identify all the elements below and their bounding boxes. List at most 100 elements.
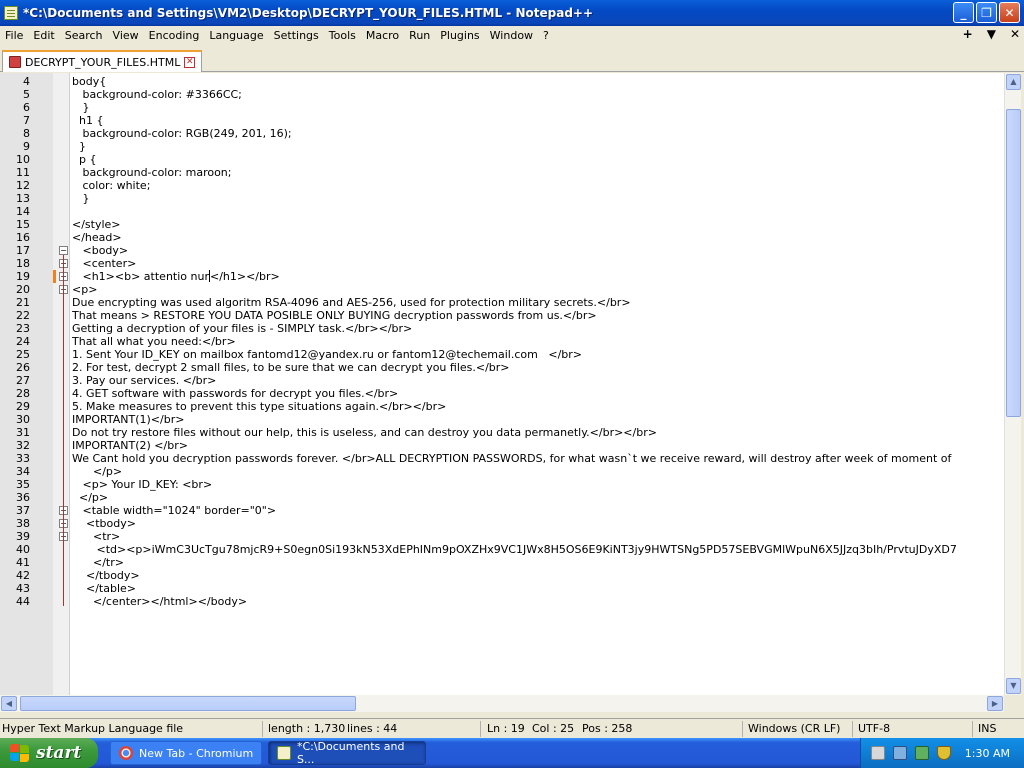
code-line[interactable]: That means > RESTORE YOU DATA POSIBLE ON… [72, 309, 597, 322]
menu-tools[interactable]: Tools [324, 29, 361, 42]
taskbar-item-notepadpp[interactable]: *C:\Documents and S... [268, 740, 426, 766]
code-line[interactable]: </tr> [72, 556, 124, 569]
tab-close-icon[interactable]: ✕ [184, 56, 196, 68]
code-line[interactable]: } [72, 140, 86, 153]
code-line[interactable]: 1. Sent Your ID_KEY on mailbox fantomd12… [72, 348, 582, 361]
notepadpp-icon[interactable] [4, 6, 18, 20]
scroll-up-icon[interactable]: ▲ [1006, 74, 1021, 90]
menu-edit[interactable]: Edit [28, 29, 59, 42]
code-line[interactable]: <body> [72, 244, 128, 257]
line-number: 9 [23, 140, 30, 153]
code-line[interactable]: h1 { [72, 114, 103, 127]
code-line[interactable]: <p> Your ID_KEY: <br> [72, 478, 212, 491]
code-line[interactable]: background-color: #3366CC; [72, 88, 241, 101]
code-text: 3. Pay our services. </br> [72, 374, 217, 387]
close-button[interactable]: ✕ [999, 2, 1020, 23]
close-doc-icon[interactable]: ✕ [1010, 27, 1020, 41]
start-button[interactable]: start [0, 738, 98, 768]
code-line[interactable]: </center></html></body> [72, 595, 247, 608]
taskbar-item-chromium[interactable]: New Tab - Chromium [110, 741, 262, 765]
code-line[interactable]: </style> [72, 218, 121, 231]
code-line[interactable]: background-color: RGB(249, 201, 16); [72, 127, 291, 140]
line-number: 32 [16, 439, 30, 452]
menu-macro[interactable]: Macro [361, 29, 404, 42]
code-line[interactable]: color: white; [72, 179, 150, 192]
horizontal-scrollbar[interactable]: ◀ ▶ [0, 695, 1004, 712]
code-line[interactable]: That all what you need:</br> [72, 335, 236, 348]
menu-settings[interactable]: Settings [269, 29, 324, 42]
windows-flag-icon [10, 744, 30, 762]
line-number: 28 [16, 387, 30, 400]
new-doc-icon[interactable]: + [963, 27, 973, 41]
menu-bar: File Edit Search View Encoding Language … [0, 26, 1024, 45]
code-line[interactable]: 3. Pay our services. </br> [72, 374, 216, 387]
menu-plugins[interactable]: Plugins [435, 29, 484, 42]
code-line[interactable]: We Cant hold you decryption passwords fo… [72, 452, 951, 465]
code-line[interactable]: 4. GET software with passwords for decry… [72, 387, 398, 400]
scroll-right-icon[interactable]: ▶ [987, 696, 1003, 711]
network2-icon[interactable] [914, 746, 929, 760]
shield-icon[interactable] [936, 746, 951, 760]
menu-run[interactable]: Run [404, 29, 435, 42]
code-line[interactable]: 2. For test, decrypt 2 small files, to b… [72, 361, 510, 374]
code-line[interactable]: Getting a decryption of your files is - … [72, 322, 412, 335]
code-line[interactable]: body{ [72, 75, 106, 88]
restore-button[interactable]: ❐ [976, 2, 997, 23]
code-line[interactable]: Due encrypting was used algoritm RSA-409… [72, 296, 631, 309]
fold-guide [63, 255, 64, 606]
code-text: </center></html></body> [72, 595, 248, 608]
status-lines: lines : 44 [347, 722, 398, 735]
line-number: 27 [16, 374, 30, 387]
code-line[interactable]: <center> [72, 257, 136, 270]
menu-encoding[interactable]: Encoding [144, 29, 205, 42]
code-text: } [72, 140, 86, 153]
menu-file[interactable]: File [0, 29, 28, 42]
code-line[interactable]: IMPORTANT(1)</br> [72, 413, 184, 426]
doc-list-icon[interactable]: ▼ [987, 27, 996, 41]
line-number: 40 [16, 543, 30, 556]
code-line[interactable]: <tbody> [72, 517, 136, 530]
menu-window[interactable]: Window [485, 29, 538, 42]
vertical-scrollbar[interactable]: ▲ ▼ [1004, 73, 1021, 695]
code-line[interactable]: </p> [72, 465, 122, 478]
code-line[interactable]: </table> [72, 582, 136, 595]
fold-margin[interactable] [53, 73, 70, 695]
code-line[interactable]: Do not try restore files without our hel… [72, 426, 657, 439]
tab-decrypt-your-files[interactable]: DECRYPT_YOUR_FILES.HTML ✕ [2, 50, 203, 72]
scroll-down-icon[interactable]: ▼ [1006, 678, 1021, 694]
code-line[interactable]: <td><p>iWmC3UcTgu78mjcR9+S0egn0Si193kN53… [72, 543, 956, 556]
fold-icon[interactable]: − [59, 246, 68, 255]
code-line[interactable]: <table width="1024" border="0"> [72, 504, 276, 517]
start-label: start [36, 743, 82, 763]
scroll-left-icon[interactable]: ◀ [1, 696, 17, 711]
editor-area[interactable]: 4 body{5 background-color: #3366CC; 6 } 7 h… [0, 73, 1004, 695]
keyboard-icon[interactable] [870, 746, 885, 760]
code-line[interactable]: </p> [72, 491, 108, 504]
code-line[interactable]: </tbody> [72, 569, 140, 582]
horizontal-scroll-thumb[interactable] [20, 696, 356, 711]
code-line[interactable]: background-color: maroon; [72, 166, 231, 179]
code-line[interactable]: } [72, 192, 89, 205]
taskbar: start New Tab - Chromium *C:\Documents a… [0, 738, 1024, 768]
minimize-button[interactable]: _ [953, 2, 974, 23]
menu-language[interactable]: Language [204, 29, 268, 42]
code-line[interactable]: } [72, 101, 89, 114]
code-line[interactable]: <h1><b> attentio nur</h1></br> [72, 270, 280, 283]
menu-help[interactable]: ? [538, 29, 554, 42]
menu-search[interactable]: Search [60, 29, 108, 42]
restore-icon: ❐ [981, 5, 992, 20]
line-number: 10 [16, 153, 30, 166]
code-text: </tbody> [72, 569, 140, 582]
code-line[interactable]: 5. Make measures to prevent this type si… [72, 400, 446, 413]
code-line[interactable]: </head> [72, 231, 122, 244]
code-line[interactable]: IMPORTANT(2) </br> [72, 439, 188, 452]
code-line[interactable]: <p> [72, 283, 97, 296]
menu-view[interactable]: View [108, 29, 144, 42]
vertical-scroll-thumb[interactable] [1006, 109, 1021, 417]
line-number: 20 [16, 283, 30, 296]
line-number: 44 [16, 595, 30, 608]
network-icon[interactable] [892, 746, 907, 760]
code-line[interactable]: <tr> [72, 530, 120, 543]
code-line[interactable]: p { [72, 153, 97, 166]
code-text: </p> [72, 491, 109, 504]
